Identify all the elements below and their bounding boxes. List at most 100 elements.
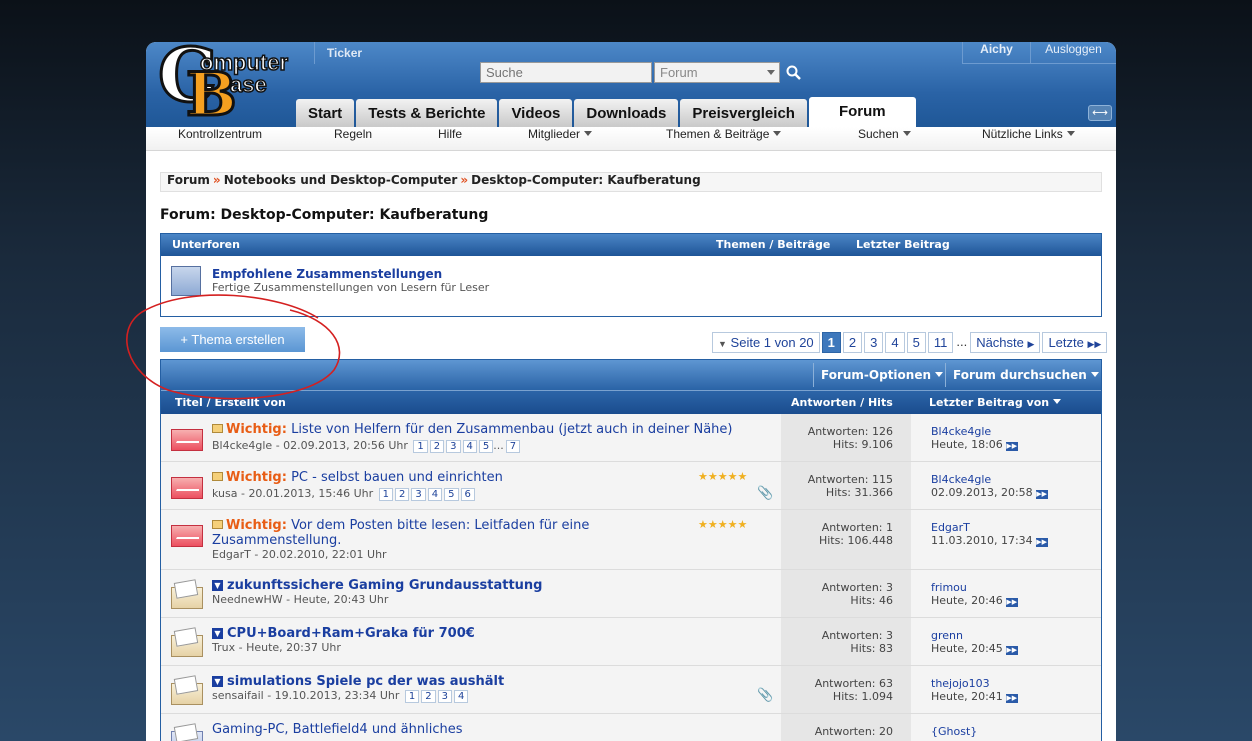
last-post-user[interactable]: thejojo103 [931,677,1018,690]
thread-page-link[interactable]: 6 [460,488,475,501]
go-to-last-post-icon[interactable]: ▶▶ [1005,442,1018,451]
thread-page-link[interactable]: 4 [427,488,443,501]
subforum-table: Unterforen Themen / Beiträge Letzter Bei… [160,233,1102,317]
thread-title-link[interactable]: Vor dem Posten bitte lesen: Leitfaden fü… [291,518,589,533]
thread-page-link[interactable]: 2 [395,488,410,501]
subnav-regeln[interactable]: Regeln [334,127,372,151]
thread-title-link[interactable]: zukunftssichere Gaming Grundausstattung [227,578,542,593]
page-2[interactable]: 2 [842,332,863,353]
subnav-suchen[interactable]: Suchen [858,127,911,151]
next-page-button[interactable]: Nächste ▶ [970,332,1041,353]
last-post-user[interactable]: EdgarT [931,521,1048,534]
subforum-title[interactable]: Empfohlene Zusammenstellungen [212,267,442,281]
chevron-down-icon [1066,131,1075,136]
page-4[interactable]: 4 [885,332,905,353]
thread-title-link[interactable]: PC - selbst bauen und einrichten [291,470,503,485]
go-to-last-post-icon[interactable]: ▶▶ [1005,646,1018,655]
col-title-sort[interactable]: Titel / Erstellt von [175,391,286,414]
thread-title-link[interactable]: CPU+Board+Ram+Graka für 700€ [227,626,475,641]
thread-author-text[interactable]: Trux - Heute, 20:37 Uhr [212,641,341,654]
thread-row: Wichtig: Liste von Helfern für den Zusam… [161,414,1101,462]
col-replies-sort[interactable]: Antworten / Hits [791,391,893,414]
go-to-last-post-icon[interactable]: ▶▶ [1005,694,1018,703]
thread-title-link[interactable]: Liste von Helfern für den Zusammenbau (j… [291,422,732,437]
thread-page-link[interactable]: 7 [505,440,521,453]
thread-page-link[interactable]: 3 [411,488,426,501]
thread-page-link[interactable]: 2 [421,690,436,703]
col-letzter-beitrag: Letzter Beitrag [856,238,950,251]
first-unread-icon[interactable]: ▼ [212,580,223,591]
last-post-time-line: Heute, 20:45 ▶▶ [931,642,1018,655]
sticky-prefix: Wichtig: [226,470,287,485]
go-to-last-post-icon[interactable]: ▶▶ [1035,490,1048,499]
search-scope-select[interactable]: Forum [654,62,780,83]
replies-text: Antworten: 20 [814,725,893,738]
first-unread-icon[interactable]: ▼ [212,676,223,687]
thread-page-link[interactable]: 5 [478,440,494,453]
thread-page-link[interactable]: 1 [404,690,420,703]
tab-preisvergleich[interactable]: Preisvergleich [680,99,807,127]
thread-author-text[interactable]: sensaifail - 19.10.2013, 23:34 Uhr [212,689,399,702]
page-11[interactable]: 11 [927,332,954,353]
last-post-user[interactable]: frimou [931,581,1018,594]
breadcrumb-forum[interactable]: Forum [167,173,210,187]
thread-title-link[interactable]: simulations Spiele pc der was aushält [227,674,504,689]
subnav-nuetzliche-links[interactable]: Nützliche Links [982,127,1075,151]
thread-page-link[interactable]: 3 [446,440,461,453]
last-post-user[interactable]: Bl4cke4gle [931,425,1018,438]
tab-downloads[interactable]: Downloads [574,99,679,127]
subnav-hilfe[interactable]: Hilfe [438,127,462,151]
thread-title-line: Wichtig: PC - selbst bauen und einrichte… [212,470,503,485]
breadcrumb: Forum» Notebooks und Desktop-Computer» Des… [160,172,1102,192]
last-post-user[interactable]: grenn [931,629,1018,642]
subnav-kontrollzentrum[interactable]: Kontrollzentrum [178,127,262,151]
last-post-user[interactable]: Bl4cke4gle [931,473,1048,486]
forum-options-menu[interactable]: Forum-Optionen [813,363,945,387]
thread-page-link[interactable]: 2 [429,440,445,453]
tab-tests-berichte[interactable]: Tests & Berichte [356,99,498,127]
last-page-button[interactable]: Letzte ▶▶ [1042,332,1108,353]
search-icon[interactable] [785,64,803,82]
page-3[interactable]: 3 [864,332,884,353]
sticky-prefix: Wichtig: [226,518,287,533]
thread-author-text[interactable]: Bl4cke4gle - 02.09.2013, 20:56 Uhr [212,439,408,452]
logout-link[interactable]: Ausloggen [1030,42,1116,64]
replies-count: Antworten: 3 Hits: 46 [781,581,893,607]
thread-page-link[interactable]: 5 [444,488,459,501]
new-thread-button[interactable]: + Thema erstellen [160,327,305,352]
subnav-themen-beitraege[interactable]: Themen & Beiträge [666,127,782,151]
thread-page-link[interactable]: 3 [437,690,453,703]
thread-page-link[interactable]: 1 [413,440,428,453]
thread-author-text[interactable]: kusa - 20.01.2013, 15:46 Uhr [212,487,373,500]
thread-title-line: ▼ zukunftssichere Gaming Grundausstattung [212,578,542,593]
attachment-paperclip-icon[interactable]: 📎 [757,688,773,703]
search-input[interactable] [480,62,652,83]
page-5[interactable]: 5 [906,332,926,353]
page-jump-dropdown[interactable]: ▼ Seite 1 von 20 [712,332,820,353]
col-last-post-sort[interactable]: Letzter Beitrag von [929,391,1062,414]
forum-search-menu[interactable]: Forum durchsuchen [945,363,1101,387]
thread-title-link[interactable]: Gaming-PC, Battlefield4 und ähnliches [212,722,463,737]
first-unread-icon[interactable]: ▼ [212,628,223,639]
tab-forum[interactable]: Forum [808,97,916,127]
thread-list: Forum-Optionen Forum durchsuchen Titel /… [160,359,1102,741]
thread-page-link[interactable]: 1 [378,488,394,501]
thread-author-text[interactable]: EdgarT - 20.02.2010, 22:01 Uhr [212,548,387,561]
attachment-paperclip-icon[interactable]: 📎 [757,486,773,501]
username-link[interactable]: Aichy [962,42,1030,64]
go-to-last-post-icon[interactable]: ▶▶ [1035,538,1048,547]
tab-start[interactable]: Start [296,99,355,127]
ticker-link[interactable]: Ticker [314,42,374,64]
computerbase-logo[interactable]: C omputer B ase [156,42,306,128]
thread-page-link[interactable]: 4 [462,440,477,453]
subnav-mitglieder[interactable]: Mitglieder [528,127,593,151]
go-to-last-post-icon[interactable]: ▶▶ [1005,598,1018,607]
thread-page-link[interactable]: 4 [454,690,469,703]
thread-author-text[interactable]: NeednewHW - Heute, 20:43 Uhr [212,593,388,606]
thread-title-link-cont[interactable]: Zusammenstellung. [212,533,341,548]
page-1[interactable]: 1 [821,332,841,353]
expand-width-icon[interactable]: ⟷ [1088,105,1112,121]
tab-videos[interactable]: Videos [499,99,573,127]
breadcrumb-notebooks[interactable]: Notebooks und Desktop-Computer [224,173,458,187]
last-post-user[interactable]: {Ghost} [931,725,977,738]
